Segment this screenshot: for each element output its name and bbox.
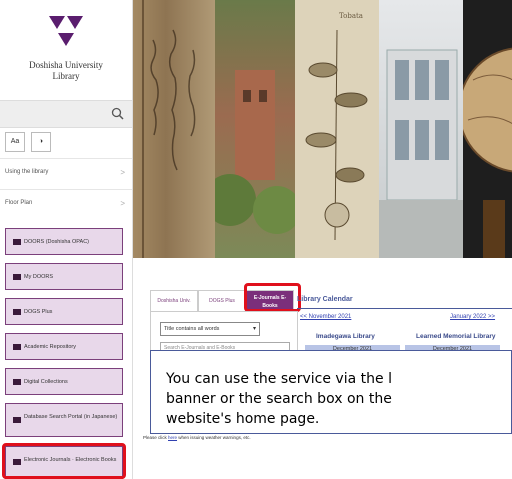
sidebar-link-label: Using the library bbox=[5, 169, 49, 175]
manuscript-scroll-image bbox=[133, 0, 215, 258]
button-label: Digital Collections bbox=[24, 379, 68, 385]
globe-image bbox=[458, 0, 512, 258]
highlight-box bbox=[2, 443, 126, 479]
calendar-library-name: Imadegawa Library bbox=[316, 333, 375, 340]
button-label: Academic Repository bbox=[24, 344, 76, 350]
banner-caption: Tobata bbox=[339, 12, 363, 20]
botanical-drawing-image: Tobata bbox=[295, 0, 379, 258]
sidebar-link-label: Floor Plan bbox=[5, 200, 33, 206]
search-panel: Title contains all words ▾ Search E-Jour… bbox=[150, 311, 298, 354]
calendar-library-name: Learned Memorial Library bbox=[416, 333, 496, 340]
footer-link[interactable]: here bbox=[168, 435, 177, 440]
callout-text: You can use the service via the l banner… bbox=[166, 371, 392, 427]
banner-carousel[interactable]: Tobata bbox=[133, 0, 512, 258]
chevron-right-icon: > bbox=[120, 168, 125, 177]
book-icon bbox=[13, 274, 21, 280]
sidebar-link-using-library[interactable]: Using the library > bbox=[0, 158, 132, 187]
dogs-plus-button[interactable]: DOGS Plus bbox=[5, 298, 123, 325]
accessibility-tools: Aa ◑ bbox=[0, 130, 132, 158]
book-icon bbox=[13, 309, 21, 315]
campus-building-image bbox=[204, 0, 301, 258]
doors-opac-button[interactable]: DOORS (Doshisha OPAC) bbox=[5, 228, 123, 255]
book-icon bbox=[13, 417, 21, 423]
library-logo[interactable]: Doshisha University Library bbox=[0, 0, 132, 97]
collection-icon bbox=[13, 379, 21, 385]
book-icon bbox=[13, 344, 21, 350]
tab-dogs-plus[interactable]: DOGS Plus bbox=[198, 290, 246, 311]
database-search-portal-button[interactable]: Database Search Portal (in Japanese) bbox=[5, 403, 123, 437]
library-name-line2: Library bbox=[52, 71, 80, 81]
chevron-down-icon: ▾ bbox=[252, 326, 256, 332]
contrast-button[interactable]: ◑ bbox=[31, 132, 51, 152]
triangle-logo-icon bbox=[49, 16, 83, 46]
footer-text: Please click bbox=[143, 435, 169, 440]
info-callout: You can use the service via the l banner… bbox=[150, 350, 512, 434]
book-icon bbox=[13, 239, 21, 245]
library-building-image bbox=[379, 0, 463, 258]
font-size-button[interactable]: Aa bbox=[5, 132, 25, 152]
chevron-right-icon: > bbox=[120, 199, 125, 208]
highlight-box bbox=[244, 283, 301, 312]
calendar-next-link[interactable]: January 2022 >> bbox=[450, 314, 495, 320]
search-type-select[interactable]: Title contains all words ▾ bbox=[160, 322, 260, 336]
search-icon[interactable] bbox=[110, 106, 126, 122]
academic-repository-button[interactable]: Academic Repository bbox=[5, 333, 123, 360]
digital-collections-button[interactable]: Digital Collections bbox=[5, 368, 123, 395]
footer-text: when issuing weather warnings, etc. bbox=[177, 435, 251, 440]
calligraphy-image bbox=[142, 0, 196, 258]
my-doors-button[interactable]: My DOORS bbox=[5, 263, 123, 290]
button-label: Database Search Portal (in Japanese) bbox=[24, 414, 118, 420]
button-label: DOGS Plus bbox=[24, 309, 53, 315]
divider bbox=[297, 308, 512, 309]
button-label: My DOORS bbox=[24, 274, 54, 280]
calendar-prev-link[interactable]: << November 2021 bbox=[300, 314, 351, 320]
library-name-line1: Doshisha University bbox=[29, 60, 103, 70]
sidebar-link-floor-plan[interactable]: Floor Plan > bbox=[0, 189, 132, 218]
calendar-title: Library Calendar bbox=[297, 296, 353, 303]
button-label: DOORS (Doshisha OPAC) bbox=[24, 239, 89, 245]
tab-doshisha-univ[interactable]: Doshisha Univ. bbox=[150, 290, 198, 311]
sidebar: Doshisha University Library Aa ◑ Using t… bbox=[0, 0, 133, 479]
sidebar-search-input[interactable] bbox=[0, 100, 132, 128]
footer-note: Please click here when issuing weather w… bbox=[143, 435, 251, 440]
select-value: Title contains all words bbox=[164, 326, 220, 332]
